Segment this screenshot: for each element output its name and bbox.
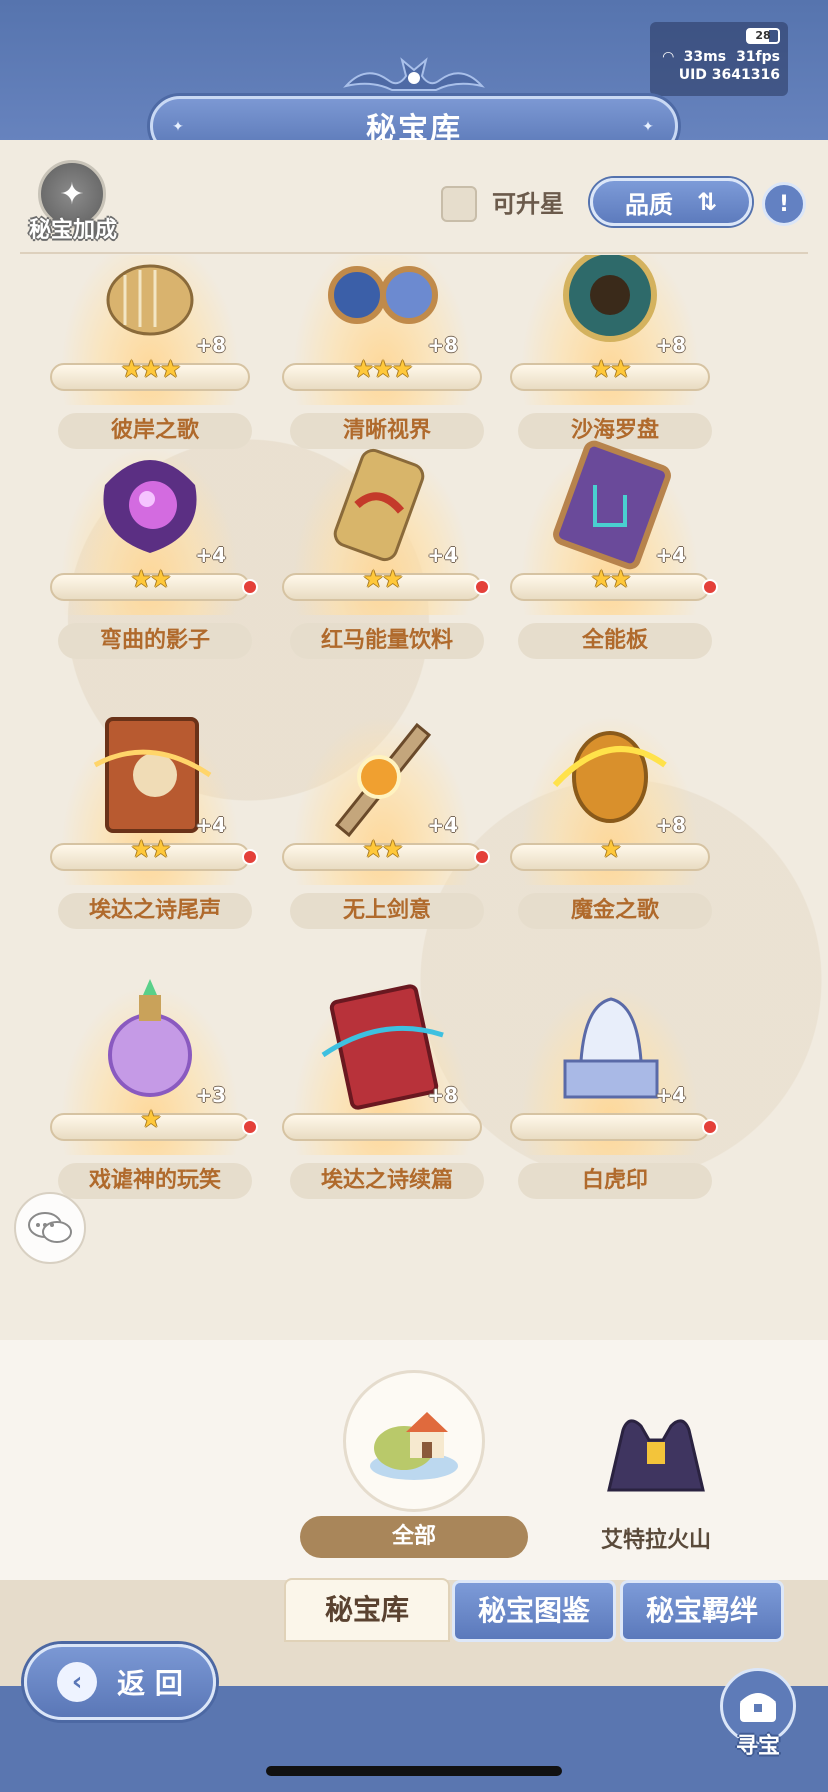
notification-dot [242,849,258,865]
sparkle-hand-icon: ✦ [59,176,85,212]
star-rating: ★★ [130,565,171,593]
item-level: +4 [195,813,226,837]
star-rating: ★★ [590,355,631,383]
star-rating: ★ [140,1105,162,1133]
star-rating: ★★ [362,835,403,863]
treasure-grid: ★★★ +8 彼岸之歌 ★★★ +8 清晰视界 ★★ +8 沙海罗盘 ★★ +4 弯曲的影子 ★★ +4 红… [0,255,828,1340]
ping-readout: 33ms [683,49,727,65]
item-name: 埃达之诗续篇 [290,1163,484,1199]
item-name: 埃达之诗尾声 [58,893,252,929]
upgradeable-label: 可升星 [492,190,564,218]
back-button[interactable]: ‹ 返 回 [24,1644,216,1720]
back-label: 返 回 [117,1667,183,1700]
item-level: +8 [195,333,226,357]
treasure-card[interactable]: +8 埃达之诗续篇 [262,945,502,1235]
fps-readout: 31fps [736,49,780,65]
banner-ornament-right-icon: ✦ [642,119,656,135]
treasure-card[interactable]: +4 白虎印 [490,945,730,1235]
upgradeable-checkbox[interactable] [441,186,477,222]
chat-button[interactable] [14,1192,86,1264]
item-pedestal [282,1113,482,1141]
item-level: +8 [655,333,686,357]
item-level: +3 [195,1083,226,1107]
treasure-hunt-label: 寻宝 [735,1734,780,1759]
notification-dot [702,1119,718,1135]
sort-arrows-icon: ⇅ [696,188,718,216]
cat-crest-icon [343,57,485,91]
tab-vault[interactable]: 秘宝库 [284,1578,450,1642]
tab-bonds[interactable]: 秘宝羁绊 [620,1580,784,1642]
item-name: 红马能量饮料 [290,623,484,659]
tab-atlas[interactable]: 秘宝图鉴 [452,1580,616,1642]
info-book-icon: ! [778,191,790,217]
treasure-card[interactable]: ★ +8 魔金之歌 [490,675,730,965]
star-rating: ★★ [362,565,403,593]
item-name: 魔金之歌 [518,893,712,929]
item-name: 白虎印 [518,1163,712,1199]
star-rating: ★★ [590,565,631,593]
battery-indicator: 28 [746,28,780,44]
notification-dot [474,579,490,595]
notification-dot [242,579,258,595]
banner-ornament-left-icon: ✦ [172,119,186,135]
region-volcano-label: 艾特拉火山 [600,1528,711,1553]
divider [20,252,808,254]
star-rating: ★★ [130,835,171,863]
item-pedestal [510,1113,710,1141]
island-house-icon [370,1412,458,1480]
region-volcano-button[interactable] [596,1390,716,1510]
treasure-card[interactable]: ★★ +4 埃达之诗尾声 [30,675,270,965]
item-level: +8 [655,813,686,837]
back-arrow-icon: ‹ [57,1662,98,1702]
notification-dot [242,1119,258,1135]
item-level: +4 [195,543,226,567]
status-overlay: 28 ◠ 33ms 31fps UID 3641316 [650,22,788,96]
chat-bubbles-icon [28,1212,72,1243]
item-name: 全能板 [518,623,712,659]
star-rating: ★★★ [120,355,182,383]
info-book-button[interactable]: ! [762,182,806,226]
home-indicator [266,1766,562,1776]
wifi-icon: ◠ [662,49,674,65]
region-filter-bar: 全部 艾特拉火山 [0,1340,828,1580]
item-level: +4 [427,813,458,837]
item-level: +4 [427,543,458,567]
region-all-button[interactable] [343,1370,485,1512]
treasure-card[interactable]: ★★ +4 无上剑意 [262,675,502,965]
item-name: 无上剑意 [290,893,484,929]
filter-bar: ✦ 秘宝加成 可升星 品质 ⇅ ! [0,140,828,260]
notification-dot [474,849,490,865]
uid-readout: UID 3641316 [678,67,780,83]
treasure-card[interactable]: ★★ +4 全能板 [490,405,730,695]
quality-sort-label: 品质 [624,190,673,219]
item-level: +4 [655,543,686,567]
item-level: +8 [427,1083,458,1107]
star-rating: ★★★ [352,355,414,383]
treasure-chest-icon [740,1693,776,1722]
quality-sort-button[interactable]: 品质 ⇅ [590,178,752,226]
region-all-label[interactable]: 全部 [300,1516,528,1558]
treasure-card[interactable]: ★★ +4 红马能量饮料 [262,405,502,695]
item-level: +4 [655,1083,686,1107]
treasure-card[interactable]: ★ +3 戏谑神的玩笑 [30,945,270,1235]
item-name: 戏谑神的玩笑 [58,1163,252,1199]
treasure-card[interactable]: ★★ +4 弯曲的影子 [30,405,270,695]
item-name: 弯曲的影子 [58,623,252,659]
notification-dot [702,579,718,595]
item-level: +8 [427,333,458,357]
star-rating: ★ [600,835,622,863]
volcano-icon [607,1419,705,1492]
treasure-bonus-label: 秘宝加成 [28,218,117,243]
